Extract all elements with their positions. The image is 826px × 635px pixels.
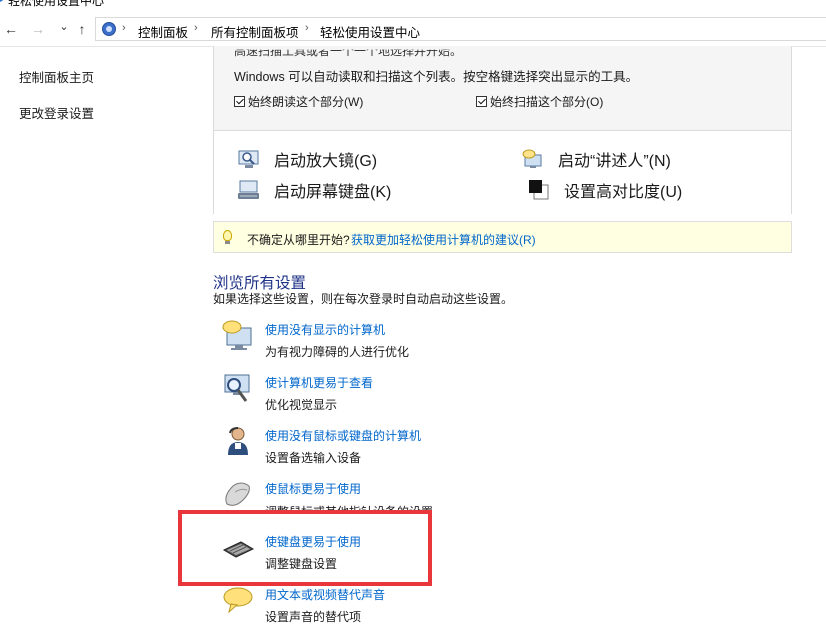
checkbox-label: 始终扫描这个部分(O) bbox=[490, 95, 604, 109]
quick-tools-area: 启动放大镜(G) 启动“讲述人”(N) 启动屏幕键盘(K) 设置高对比度(U) bbox=[214, 130, 791, 214]
tool-label: 启动“讲述人”(N) bbox=[558, 153, 671, 170]
sidebar-item-control-panel-home[interactable]: 控制面板主页 bbox=[19, 67, 94, 86]
breadcrumb-separator: › bbox=[305, 22, 309, 34]
quick-access-panel: 高速扫描工具或者一个一个地选择并开始。 Windows 可以自动读取和扫描这个列… bbox=[213, 46, 792, 214]
use-without-mouse-keyboard-desc: 设置备选输入设备 bbox=[265, 451, 362, 465]
get-recommendations-link[interactable]: 获取更加轻松使用计算机的建议(R) bbox=[351, 231, 536, 248]
back-icon[interactable]: ← bbox=[4, 22, 18, 36]
tool-label: 设置高对比度(U) bbox=[564, 184, 683, 201]
panel-description: Windows 可以自动读取和扫描这个列表。按空格键选择突出显示的工具。 bbox=[234, 70, 639, 84]
use-without-display-desc: 为有视力障碍的人进行优化 bbox=[265, 345, 410, 359]
make-easier-to-see-desc: 优化视觉显示 bbox=[265, 398, 338, 412]
browse-settings-subtitle: 如果选择这些设置，则在每次登录时自动启动这些设置。 bbox=[213, 292, 514, 306]
always-scan-checkbox[interactable]: 始终扫描这个部分(O) bbox=[476, 93, 603, 110]
checkbox-checked-icon bbox=[234, 96, 245, 107]
speech-monitor-icon bbox=[221, 320, 255, 352]
window-title-bar: 轻松使用设置中心 bbox=[0, 0, 826, 8]
use-without-mouse-keyboard-link[interactable]: 使用没有鼠标或键盘的计算机 bbox=[265, 427, 421, 444]
magnifier-icon bbox=[238, 149, 260, 169]
lightbulb-icon bbox=[223, 230, 232, 244]
make-mouse-easier-link[interactable]: 使鼠标更易于使用 bbox=[265, 480, 361, 497]
up-icon[interactable]: ↑ bbox=[75, 22, 89, 36]
window-title: 轻松使用设置中心 bbox=[8, 0, 105, 8]
magnify-monitor-icon bbox=[221, 373, 255, 405]
mouse-icon bbox=[221, 478, 255, 510]
breadcrumb-control-panel[interactable]: 控制面板 bbox=[138, 22, 188, 41]
breadcrumb-separator: › bbox=[122, 22, 126, 34]
start-narrator-link[interactable]: 启动“讲述人”(N) bbox=[522, 147, 671, 171]
breadcrumb-all-items[interactable]: 所有控制面板项 bbox=[211, 22, 299, 41]
person-icon bbox=[221, 425, 255, 457]
speech-bubble-icon bbox=[221, 585, 255, 617]
tip-bar: 不确定从哪里开始? 获取更加轻松使用计算机的建议(R) bbox=[213, 221, 792, 253]
make-easier-to-see-link[interactable]: 使计算机更易于查看 bbox=[265, 374, 373, 391]
narrator-icon bbox=[522, 149, 544, 169]
start-magnifier-link[interactable]: 启动放大镜(G) bbox=[238, 147, 377, 171]
tip-text: 不确定从哪里开始? bbox=[247, 233, 350, 247]
ease-of-access-icon bbox=[0, 0, 4, 2]
forward-icon[interactable]: → bbox=[31, 22, 45, 36]
control-panel-icon bbox=[102, 22, 116, 36]
address-bar[interactable]: › 控制面板 › 所有控制面板项 › 轻松使用设置中心 bbox=[95, 17, 826, 41]
use-without-display-link[interactable]: 使用没有显示的计算机 bbox=[265, 321, 385, 338]
text-video-alternatives-desc: 设置声音的替代项 bbox=[265, 610, 362, 624]
navigation-bar: ← → ⌄ ↑ › 控制面板 › 所有控制面板项 › 轻松使用设置中心 bbox=[0, 12, 826, 47]
text-video-alternatives-link[interactable]: 用文本或视频替代声音 bbox=[265, 586, 385, 603]
checkbox-label: 始终朗读这个部分(W) bbox=[248, 95, 364, 109]
start-on-screen-keyboard-link[interactable]: 启动屏幕键盘(K) bbox=[238, 178, 391, 202]
tool-label: 启动屏幕键盘(K) bbox=[274, 184, 392, 201]
set-high-contrast-link[interactable]: 设置高对比度(U) bbox=[528, 178, 682, 202]
high-contrast-icon bbox=[528, 180, 550, 200]
recent-locations-chevron-down-icon[interactable]: ⌄ bbox=[57, 20, 71, 34]
breadcrumb-ease-of-access-center[interactable]: 轻松使用设置中心 bbox=[320, 22, 420, 41]
highlight-box bbox=[178, 510, 432, 586]
sidebar-item-change-logon-settings[interactable]: 更改登录设置 bbox=[19, 103, 94, 122]
always-read-checkbox[interactable]: 始终朗读这个部分(W) bbox=[234, 93, 363, 110]
tool-label: 启动放大镜(G) bbox=[274, 153, 378, 170]
on-screen-keyboard-icon bbox=[238, 180, 260, 200]
breadcrumb-separator: › bbox=[194, 22, 198, 34]
checkbox-checked-icon bbox=[476, 96, 487, 107]
